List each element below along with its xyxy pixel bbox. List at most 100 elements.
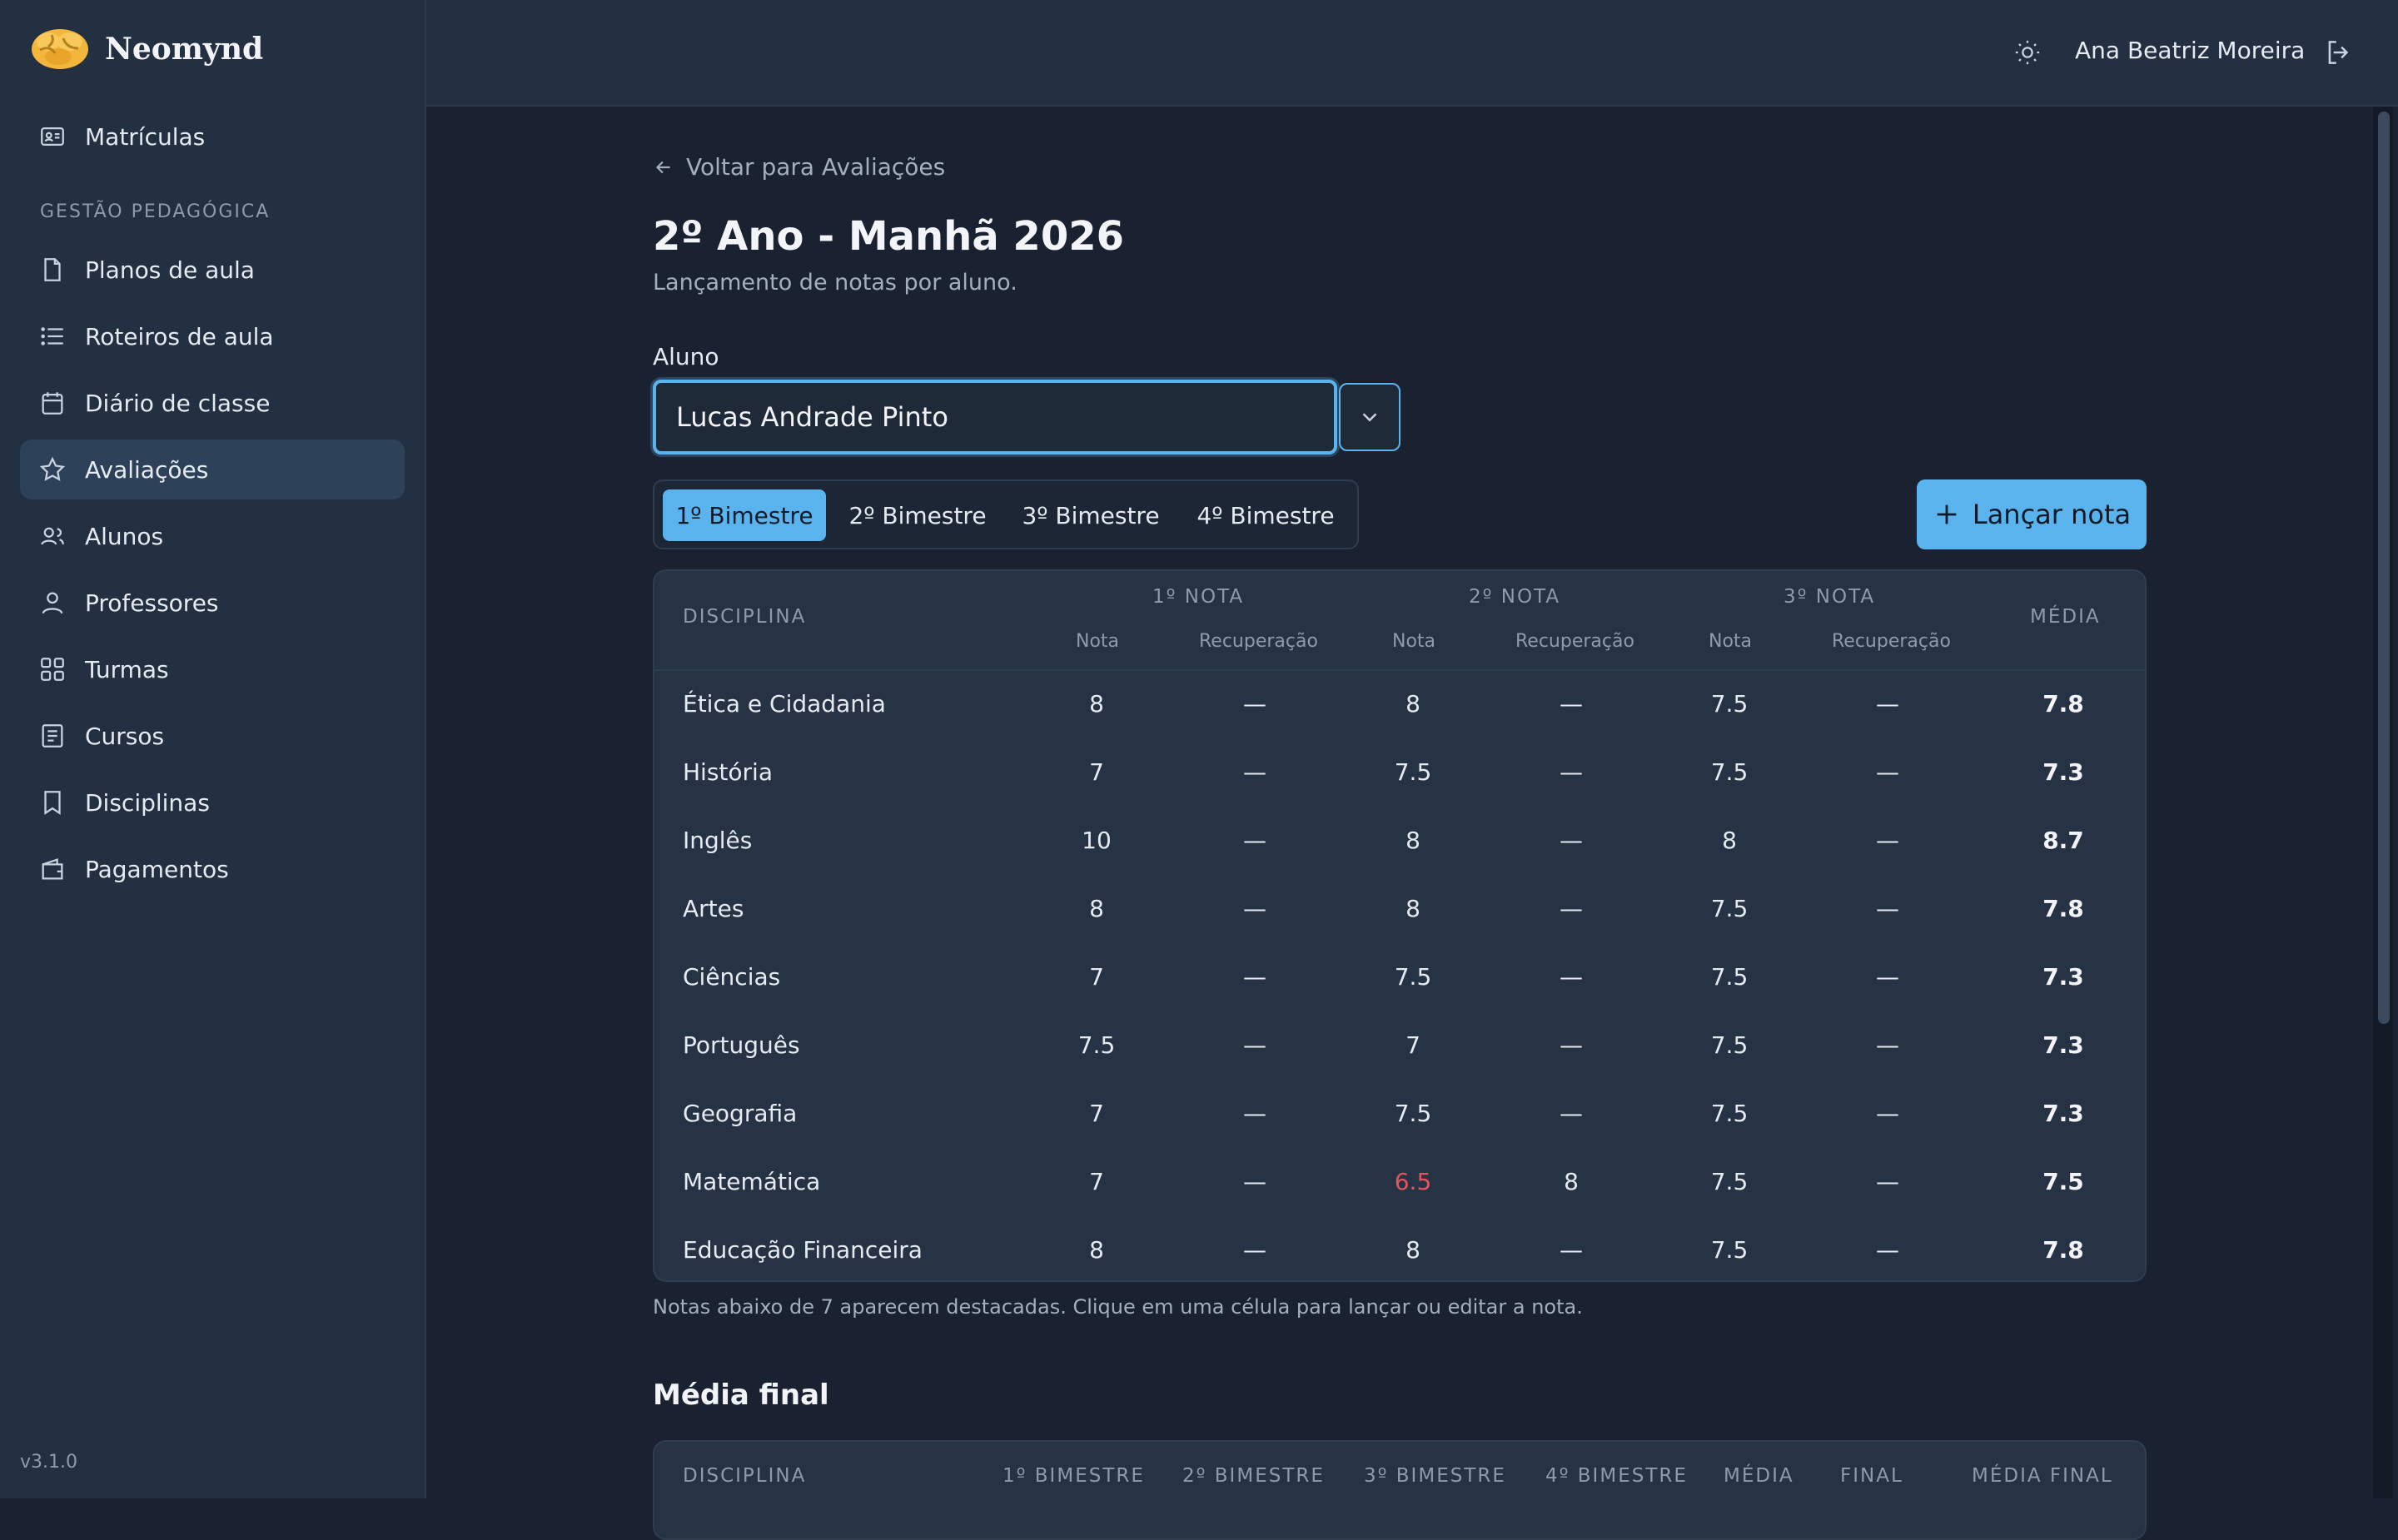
star-icon xyxy=(39,456,66,481)
rec-2-cell[interactable]: — xyxy=(1505,942,1638,1011)
nota-1-cell[interactable]: 7 xyxy=(1030,942,1163,1011)
rec-2-cell[interactable]: — xyxy=(1505,738,1638,806)
back-link[interactable]: Voltar para Avaliações xyxy=(653,153,945,181)
rec-3-cell[interactable]: — xyxy=(1821,669,1954,738)
sidebar-item-cursos[interactable]: Cursos xyxy=(20,706,405,766)
file-icon xyxy=(44,258,61,281)
app-logo[interactable]: Neomynd xyxy=(30,27,263,72)
nota-1-cell[interactable]: 7 xyxy=(1030,1079,1163,1147)
rec-1-cell[interactable]: — xyxy=(1188,874,1321,942)
rec-3-cell[interactable]: — xyxy=(1821,1215,1954,1280)
logout-icon[interactable] xyxy=(2323,37,2355,68)
sidebar-item-label: Diário de classe xyxy=(85,389,271,417)
col-rec-3-header: Recuperação xyxy=(1832,631,1951,652)
rec-3-cell[interactable]: — xyxy=(1821,1011,1954,1079)
theme-toggle-sun-icon[interactable] xyxy=(2013,38,2042,67)
tab-4-bimestre[interactable]: 4º Bimestre xyxy=(1184,489,1347,541)
average-cell: 7.8 xyxy=(2042,689,2084,718)
rec-2-cell[interactable]: — xyxy=(1505,806,1638,874)
rec-1-cell[interactable]: — xyxy=(1188,806,1321,874)
sidebar-item-label: Cursos xyxy=(85,722,165,750)
launch-grade-button[interactable]: Lançar nota xyxy=(1917,479,2147,549)
notebook-icon xyxy=(42,724,63,748)
sidebar-item-label: Matrículas xyxy=(85,122,206,151)
nota-3-cell[interactable]: 8 xyxy=(1663,806,1796,874)
nota-3-cell[interactable]: 7.5 xyxy=(1663,874,1796,942)
rec-3-cell[interactable]: — xyxy=(1821,942,1954,1011)
final-col-bim3: 3º BIMESTRE xyxy=(1364,1465,1506,1487)
nota-2-cell[interactable]: 8 xyxy=(1346,669,1480,738)
rec-3-cell[interactable]: — xyxy=(1821,1079,1954,1147)
student-select-input[interactable]: Lucas Andrade Pinto xyxy=(653,380,1337,455)
rec-3-cell[interactable]: — xyxy=(1821,738,1954,806)
rec-1-cell[interactable]: — xyxy=(1188,942,1321,1011)
grades-table: DISCIPLINA 1º NOTA 2º NOTA 3º NOTA MÉDIA… xyxy=(653,569,2147,1282)
rec-2-cell[interactable]: — xyxy=(1505,874,1638,942)
sidebar-item-matriculas[interactable]: Matrículas xyxy=(20,107,405,166)
rec-1-cell[interactable]: — xyxy=(1188,1215,1321,1280)
sidebar-item-roteiros[interactable]: Roteiros de aula xyxy=(20,306,405,366)
nota-2-cell[interactable]: 8 xyxy=(1346,1215,1480,1280)
sidebar-item-turmas[interactable]: Turmas xyxy=(20,639,405,699)
rec-1-cell[interactable]: — xyxy=(1188,669,1321,738)
nota-2-cell[interactable]: 6.5 xyxy=(1346,1147,1480,1215)
table-row: Artes 8 — 8 — 7.5 — 7.8 xyxy=(654,874,2145,942)
sidebar-item-label: Pagamentos xyxy=(85,855,229,883)
sidebar-item-label: Disciplinas xyxy=(85,788,210,817)
tab-1-bimestre[interactable]: 1º Bimestre xyxy=(663,489,826,541)
sidebar-item-diario[interactable]: Diário de classe xyxy=(20,373,405,433)
nota-3-cell[interactable]: 7.5 xyxy=(1663,1011,1796,1079)
student-dropdown-toggle[interactable] xyxy=(1339,383,1400,451)
nota-1-cell[interactable]: 7 xyxy=(1030,738,1163,806)
rec-1-cell[interactable]: — xyxy=(1188,1147,1321,1215)
average-cell: 7.3 xyxy=(2042,1099,2084,1127)
rec-2-cell[interactable]: — xyxy=(1505,669,1638,738)
nota-2-cell[interactable]: 7 xyxy=(1346,1011,1480,1079)
sidebar-item-label: Professores xyxy=(85,589,219,617)
launch-grade-label: Lançar nota xyxy=(1972,499,2132,530)
rec-3-cell[interactable]: — xyxy=(1821,1147,1954,1215)
nota-3-cell[interactable]: 7.5 xyxy=(1663,669,1796,738)
nota-3-cell[interactable]: 7.5 xyxy=(1663,1079,1796,1147)
rec-2-cell[interactable]: 8 xyxy=(1505,1147,1638,1215)
average-cell: 7.3 xyxy=(2042,758,2084,786)
nota-2-cell[interactable]: 7.5 xyxy=(1346,738,1480,806)
nota-2-cell[interactable]: 8 xyxy=(1346,806,1480,874)
rec-1-cell[interactable]: — xyxy=(1188,1011,1321,1079)
rec-2-cell[interactable]: — xyxy=(1505,1215,1638,1280)
nota-3-cell[interactable]: 7.5 xyxy=(1663,738,1796,806)
rec-1-cell[interactable]: — xyxy=(1188,1079,1321,1147)
tab-3-bimestre[interactable]: 3º Bimestre xyxy=(1009,489,1172,541)
rec-2-cell[interactable]: — xyxy=(1505,1079,1638,1147)
rec-3-cell[interactable]: — xyxy=(1821,874,1954,942)
sidebar-item-avaliacoes[interactable]: Avaliações xyxy=(20,440,405,499)
nota-3-cell[interactable]: 7.5 xyxy=(1663,1215,1796,1280)
nota-2-cell[interactable]: 8 xyxy=(1346,874,1480,942)
nota-2-cell[interactable]: 7.5 xyxy=(1346,942,1480,1011)
scrollbar-thumb[interactable] xyxy=(2378,112,2390,1024)
nota-1-cell[interactable]: 8 xyxy=(1030,874,1163,942)
discipline-cell: Educação Financeira xyxy=(683,1235,923,1264)
nota-2-cell[interactable]: 7.5 xyxy=(1346,1079,1480,1147)
rec-3-cell[interactable]: — xyxy=(1821,806,1954,874)
table-row: Ciências 7 — 7.5 — 7.5 — 7.3 xyxy=(654,942,2145,1011)
nota-1-cell[interactable]: 8 xyxy=(1030,1215,1163,1280)
app-version: v3.1.0 xyxy=(20,1452,77,1473)
nota-1-cell[interactable]: 7 xyxy=(1030,1147,1163,1215)
sidebar-item-pagamentos[interactable]: Pagamentos xyxy=(20,839,405,899)
sidebar-item-planos[interactable]: Planos de aula xyxy=(20,240,405,300)
student-field-label: Aluno xyxy=(653,343,719,370)
nota-3-cell[interactable]: 7.5 xyxy=(1663,1147,1796,1215)
plus-icon xyxy=(1937,504,1957,524)
nota-1-cell[interactable]: 7.5 xyxy=(1030,1011,1163,1079)
sidebar-item-disciplinas[interactable]: Disciplinas xyxy=(20,772,405,832)
tab-2-bimestre[interactable]: 2º Bimestre xyxy=(836,489,999,541)
nota-1-cell[interactable]: 10 xyxy=(1030,806,1163,874)
final-col-bim1: 1º BIMESTRE xyxy=(1002,1465,1145,1487)
rec-1-cell[interactable]: — xyxy=(1188,738,1321,806)
nota-3-cell[interactable]: 7.5 xyxy=(1663,942,1796,1011)
rec-2-cell[interactable]: — xyxy=(1505,1011,1638,1079)
nota-1-cell[interactable]: 8 xyxy=(1030,669,1163,738)
sidebar-item-professores[interactable]: Professores xyxy=(20,573,405,633)
sidebar-item-alunos[interactable]: Alunos xyxy=(20,506,405,566)
